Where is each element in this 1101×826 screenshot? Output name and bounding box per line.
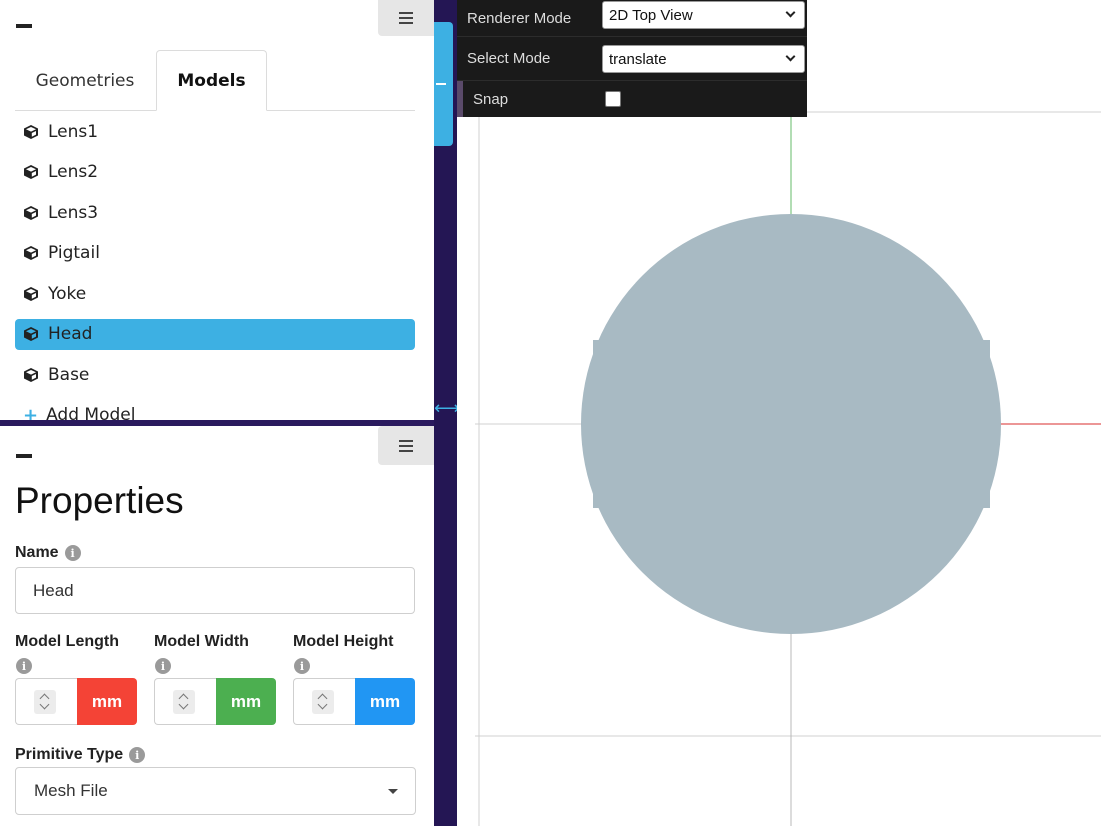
head-model-shape[interactable] [581, 214, 1001, 634]
primitive-type-select[interactable]: Mesh File [15, 767, 416, 815]
renderer-mode-row: Renderer Mode 2D Top View [457, 0, 807, 37]
name-label: Name i [15, 544, 81, 562]
tabs: Geometries Models [15, 50, 415, 111]
models-menu-button[interactable] [378, 0, 434, 36]
cube-icon [24, 205, 38, 220]
length-unit: mm [77, 678, 137, 725]
viewport-canvas[interactable] [457, 0, 1101, 826]
model-label: Lens2 [48, 162, 99, 182]
model-height-label: Model Height [293, 633, 394, 650]
collapse-properties-button[interactable] [16, 454, 32, 458]
list-item[interactable]: Pigtail [15, 238, 415, 269]
stepper-icon[interactable] [34, 690, 56, 714]
renderer-mode-value: 2D Top View [609, 6, 693, 24]
chevron-down-icon [785, 7, 796, 18]
height-number-input[interactable] [293, 678, 356, 725]
select-mode-select[interactable]: translate [602, 45, 805, 73]
model-width-field: mm [154, 678, 276, 725]
list-item[interactable]: Lens2 [15, 157, 415, 188]
collapse-models-button[interactable] [16, 24, 32, 28]
primitive-type-label: Primitive Type i [15, 746, 146, 764]
snap-checkbox[interactable] [605, 91, 621, 107]
snap-row: Snap [457, 81, 807, 117]
models-panel: Geometries Models Lens1 Lens2 Lens3 Pigt… [0, 0, 434, 420]
info-icon[interactable]: i [64, 545, 81, 561]
model-height-field: mm [293, 678, 415, 725]
model-list: Lens1 Lens2 Lens3 Pigtail Yoke Head Base… [15, 116, 415, 420]
model-width-label: Model Width [154, 633, 249, 650]
info-icon[interactable]: i [155, 658, 171, 674]
caret-down-icon [388, 789, 398, 794]
cube-icon [24, 246, 38, 260]
select-mode-row: Select Mode translate [457, 37, 807, 81]
model-label: Pigtail [48, 243, 100, 263]
tab-geometries[interactable]: Geometries [15, 50, 155, 111]
renderer-mode-select[interactable]: 2D Top View [602, 1, 805, 29]
length-number-input[interactable] [15, 678, 78, 725]
plus-icon: + [23, 404, 39, 421]
stepper-icon[interactable] [173, 690, 195, 714]
model-label: Lens3 [48, 202, 99, 223]
renderer-mode-label: Renderer Mode [467, 9, 572, 27]
width-number-input[interactable] [154, 678, 217, 725]
model-label: Base [48, 364, 90, 385]
select-mode-value: translate [609, 50, 667, 68]
cube-icon [24, 165, 38, 179]
model-label: Lens1 [48, 121, 99, 142]
cube-icon [24, 124, 38, 139]
sidebar-collapse-tab[interactable] [434, 22, 453, 146]
properties-panel: Properties Name i Head Model Length i mm… [0, 426, 434, 826]
hamburger-icon [399, 12, 413, 24]
name-field[interactable]: Head [15, 567, 415, 614]
list-item[interactable]: Base [15, 359, 415, 390]
renderer-controls: Renderer Mode 2D Top View Select Mode tr… [457, 0, 807, 117]
list-item-selected[interactable]: Head [15, 318, 415, 350]
tab-models[interactable]: Models [156, 50, 267, 111]
model-label: Yoke [48, 283, 87, 304]
info-icon[interactable]: i [294, 658, 310, 674]
info-icon[interactable]: i [16, 658, 32, 674]
list-item[interactable]: Lens1 [15, 116, 415, 147]
primitive-type-label-text: Primitive Type [15, 746, 124, 763]
add-model-button[interactable]: + Add Model [15, 400, 415, 421]
model-length-field: mm [15, 678, 137, 725]
resize-arrows-icon[interactable]: ⟷ [434, 400, 460, 418]
model-length-label: Model Length [15, 633, 119, 650]
height-unit: mm [355, 678, 415, 725]
properties-menu-button[interactable] [378, 426, 434, 465]
cube-icon [24, 367, 38, 382]
list-item[interactable]: Yoke [15, 278, 415, 309]
viewport-svg [475, 111, 1101, 826]
stepper-icon[interactable] [312, 690, 334, 714]
name-label-text: Name [15, 544, 59, 561]
cube-icon [24, 327, 38, 341]
snap-label: Snap [473, 90, 509, 108]
model-label: Head [48, 324, 93, 344]
cube-icon [24, 286, 38, 301]
chevron-down-icon [785, 51, 796, 62]
hamburger-icon [399, 439, 413, 452]
add-model-label: Add Model [46, 405, 136, 420]
primitive-type-value: Mesh File [34, 781, 108, 800]
page-title: Properties [15, 480, 184, 521]
list-item[interactable]: Lens3 [15, 197, 415, 228]
minus-icon [436, 83, 446, 85]
info-icon[interactable]: i [129, 747, 146, 763]
select-mode-label: Select Mode [467, 50, 551, 67]
width-unit: mm [216, 678, 276, 725]
